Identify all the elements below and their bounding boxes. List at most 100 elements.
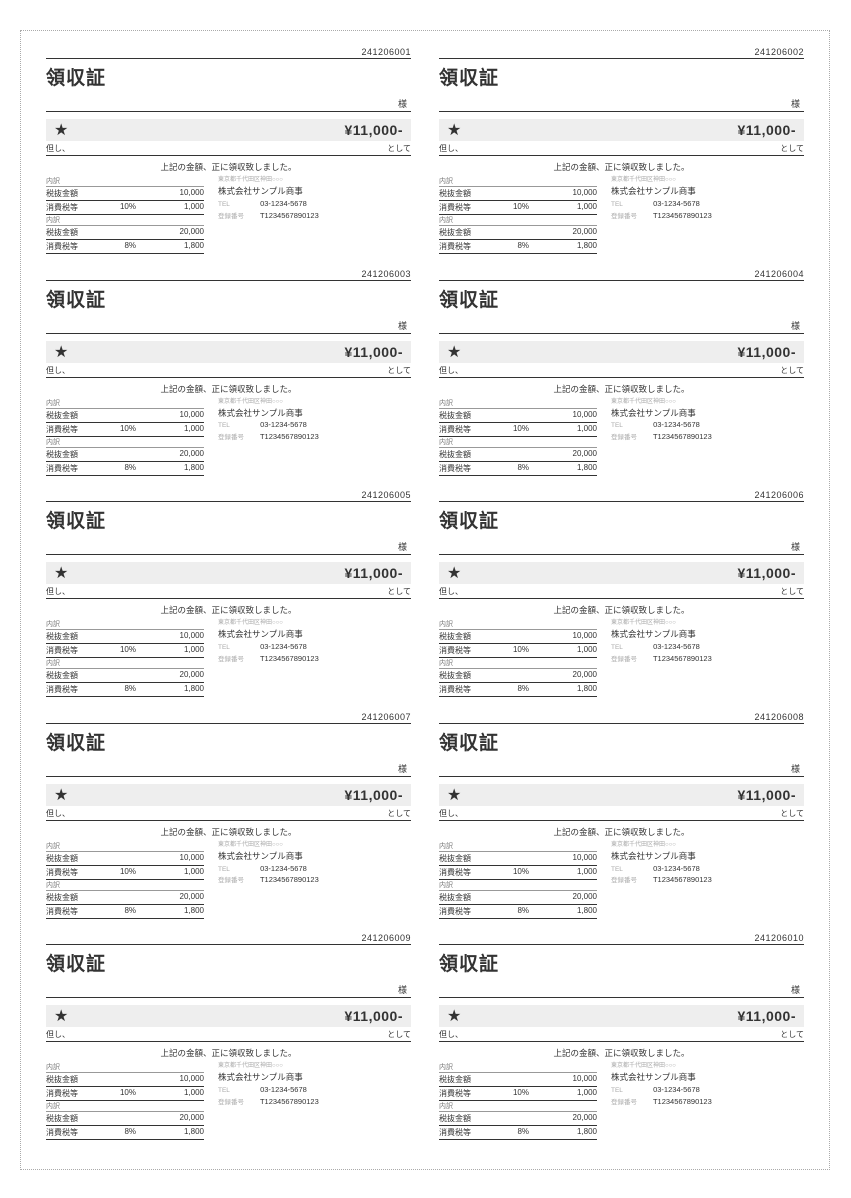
tel-label: TEL bbox=[611, 865, 651, 875]
table-row: 消費税等 10% 1,000 bbox=[439, 423, 597, 437]
breakdown-header: 内訳 bbox=[439, 658, 597, 669]
row-rate bbox=[489, 449, 529, 460]
row-label: 税抜金額 bbox=[439, 1074, 489, 1085]
issuer-tel-row: TEL 03-1234-5678 bbox=[218, 641, 411, 653]
row-value: 1,000 bbox=[136, 1088, 204, 1099]
reg-label: 登録番号 bbox=[218, 433, 258, 443]
row-value: 20,000 bbox=[136, 892, 204, 903]
table-row: 税抜金額 10,000 bbox=[46, 630, 204, 644]
issuer-address: 東京都千代田区神田○○○ bbox=[218, 1062, 411, 1071]
row-value: 20,000 bbox=[529, 449, 597, 460]
breakdown-header: 内訳 bbox=[439, 841, 597, 852]
row-label: 税抜金額 bbox=[439, 853, 489, 864]
table-row: 税抜金額 10,000 bbox=[439, 187, 597, 201]
payee-suffix: 様 bbox=[791, 983, 800, 996]
row-label: 消費税等 bbox=[46, 241, 96, 252]
row-rate: 8% bbox=[489, 241, 529, 252]
receipt: 241206006 領収証 様 ★ ¥11,000- 但し、 として 上記の金額… bbox=[439, 492, 804, 708]
row-label: 消費税等 bbox=[46, 684, 96, 695]
row-rate bbox=[489, 410, 529, 421]
row-rate bbox=[96, 410, 136, 421]
issuer-address: 東京都千代田区神田○○○ bbox=[611, 176, 804, 185]
receipt-title: 領収証 bbox=[46, 285, 411, 312]
issuer-tel-row: TEL 03-1234-5678 bbox=[218, 198, 411, 210]
table-row: 税抜金額 10,000 bbox=[46, 1073, 204, 1087]
proviso-line: 但し、 として bbox=[46, 364, 411, 378]
row-rate: 8% bbox=[96, 241, 136, 252]
payee-line: 様 bbox=[46, 537, 411, 555]
table-row: 消費税等 8% 1,800 bbox=[46, 240, 204, 254]
reg-label: 登録番号 bbox=[611, 876, 651, 886]
issuer-address: 東京都千代田区神田○○○ bbox=[611, 619, 804, 628]
proviso-right: として bbox=[780, 586, 804, 597]
reg-label: 登録番号 bbox=[611, 433, 651, 443]
tel-label: TEL bbox=[218, 421, 258, 431]
row-label: 税抜金額 bbox=[46, 631, 96, 642]
issuer-tel-row: TEL 03-1234-5678 bbox=[218, 419, 411, 431]
row-label: 税抜金額 bbox=[46, 892, 96, 903]
payee-line: 様 bbox=[439, 94, 804, 112]
table-row: 消費税等 8% 1,800 bbox=[439, 905, 597, 919]
receipt-sheet: 241206001 領収証 様 ★ ¥11,000- 但し、 として 上記の金額… bbox=[20, 30, 830, 1170]
issuer-tel-row: TEL 03-1234-5678 bbox=[611, 863, 804, 875]
tel-label: TEL bbox=[218, 865, 258, 875]
breakdown-header: 内訳 bbox=[439, 437, 597, 448]
row-rate: 10% bbox=[96, 424, 136, 435]
star-icon: ★ bbox=[54, 120, 68, 140]
table-row: 消費税等 10% 1,000 bbox=[439, 1087, 597, 1101]
issuer-reg-row: 登録番号 T1234567890123 bbox=[218, 431, 411, 443]
confirmation-text: 上記の金額、正に領収致しました。 bbox=[439, 604, 804, 616]
row-value: 1,000 bbox=[529, 645, 597, 656]
row-label: 消費税等 bbox=[46, 1127, 96, 1138]
issuer-address: 東京都千代田区神田○○○ bbox=[218, 176, 411, 185]
confirmation-text: 上記の金額、正に領収致しました。 bbox=[439, 826, 804, 838]
breakdown-header: 内訳 bbox=[439, 398, 597, 409]
row-value: 10,000 bbox=[136, 188, 204, 199]
row-label: 税抜金額 bbox=[439, 670, 489, 681]
row-label: 税抜金額 bbox=[439, 449, 489, 460]
row-label: 消費税等 bbox=[46, 463, 96, 474]
table-row: 税抜金額 10,000 bbox=[46, 187, 204, 201]
breakdown-table: 内訳 税抜金額 10,000 消費税等 10% 1,000 内訳 税抜金額 20… bbox=[46, 619, 204, 697]
receipt: 241206004 領収証 様 ★ ¥11,000- 但し、 として 上記の金額… bbox=[439, 271, 804, 487]
issuer-address: 東京都千代田区神田○○○ bbox=[218, 841, 411, 850]
row-label: 消費税等 bbox=[46, 867, 96, 878]
issuer-company: 株式会社サンプル商事 bbox=[218, 628, 411, 641]
row-rate: 10% bbox=[96, 1088, 136, 1099]
table-row: 税抜金額 20,000 bbox=[439, 891, 597, 905]
breakdown-header: 内訳 bbox=[439, 1062, 597, 1073]
tel-label: TEL bbox=[611, 643, 651, 653]
proviso-line: 但し、 として bbox=[46, 585, 411, 599]
reg-value: T1234567890123 bbox=[260, 432, 319, 441]
breakdown-table: 内訳 税抜金額 10,000 消費税等 10% 1,000 内訳 税抜金額 20… bbox=[439, 398, 597, 476]
row-label: 税抜金額 bbox=[46, 410, 96, 421]
proviso-line: 但し、 として bbox=[439, 585, 804, 599]
tel-value: 03-1234-5678 bbox=[260, 420, 307, 429]
table-row: 消費税等 8% 1,800 bbox=[46, 462, 204, 476]
payee-suffix: 様 bbox=[791, 540, 800, 553]
reg-label: 登録番号 bbox=[611, 1098, 651, 1108]
breakdown-header: 内訳 bbox=[46, 1101, 204, 1112]
table-row: 消費税等 8% 1,800 bbox=[46, 683, 204, 697]
proviso-right: として bbox=[780, 143, 804, 154]
issuer-block: 東京都千代田区神田○○○ 株式会社サンプル商事 TEL 03-1234-5678… bbox=[611, 398, 804, 476]
row-value: 10,000 bbox=[529, 1074, 597, 1085]
payee-line: 様 bbox=[439, 316, 804, 334]
confirmation-text: 上記の金額、正に領収致しました。 bbox=[46, 383, 411, 395]
row-rate: 10% bbox=[489, 424, 529, 435]
reg-value: T1234567890123 bbox=[260, 875, 319, 884]
issuer-tel-row: TEL 03-1234-5678 bbox=[611, 198, 804, 210]
proviso-right: として bbox=[387, 143, 411, 154]
breakdown-header: 内訳 bbox=[46, 658, 204, 669]
row-value: 10,000 bbox=[529, 853, 597, 864]
reg-label: 登録番号 bbox=[611, 212, 651, 222]
breakdown-header: 内訳 bbox=[439, 619, 597, 630]
table-row: 消費税等 10% 1,000 bbox=[46, 423, 204, 437]
receipt: 241206005 領収証 様 ★ ¥11,000- 但し、 として 上記の金額… bbox=[46, 492, 411, 708]
serial-number: 241206009 bbox=[46, 933, 411, 945]
issuer-reg-row: 登録番号 T1234567890123 bbox=[611, 1096, 804, 1108]
tel-label: TEL bbox=[611, 1086, 651, 1096]
row-label: 消費税等 bbox=[439, 867, 489, 878]
row-value: 10,000 bbox=[529, 631, 597, 642]
table-row: 税抜金額 20,000 bbox=[46, 1112, 204, 1126]
